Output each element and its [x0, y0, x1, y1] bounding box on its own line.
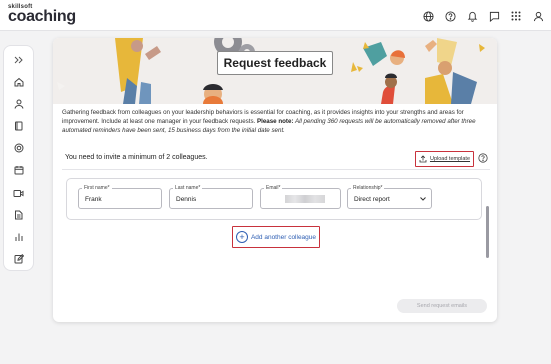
last-name-value: Dennis: [176, 196, 197, 203]
help-circle-icon[interactable]: [478, 153, 488, 163]
relationship-select[interactable]: Relationship* Direct report: [347, 185, 432, 209]
brand-logo[interactable]: skillsoft coaching: [8, 4, 76, 25]
sidebar: [3, 45, 34, 271]
last-name-field[interactable]: Last name* Dennis: [169, 185, 253, 209]
top-icons: [417, 7, 549, 25]
brand-line-2: coaching: [8, 8, 76, 25]
help-circle-icon[interactable]: [439, 7, 461, 25]
bell-icon[interactable]: [461, 7, 483, 25]
add-colleague-button[interactable]: + Add another colleague: [232, 226, 320, 248]
upload-template-button[interactable]: Upload template: [415, 151, 474, 167]
person-icon[interactable]: [4, 95, 33, 113]
first-name-label: First name*: [82, 185, 112, 191]
document-icon[interactable]: [4, 206, 33, 224]
page-title: Request feedback: [217, 51, 333, 75]
email-field[interactable]: Email*: [260, 185, 341, 209]
collapse-icon[interactable]: [4, 51, 33, 69]
request-feedback-card: Request feedback Gathering feedback from…: [53, 38, 497, 322]
last-name-label: Last name*: [173, 185, 203, 191]
email-value-redacted: [285, 195, 325, 203]
apps-grid-icon[interactable]: [505, 7, 527, 25]
chevron-down-icon: [420, 197, 426, 201]
intro-text: Gathering feedback from colleagues on yo…: [62, 108, 490, 135]
bar-chart-icon[interactable]: [4, 228, 33, 246]
top-bar: skillsoft coaching: [0, 0, 551, 31]
book-icon[interactable]: [4, 117, 33, 135]
email-label: Email*: [264, 185, 283, 191]
calendar-icon[interactable]: [4, 161, 33, 179]
globe-icon[interactable]: [417, 7, 439, 25]
intro-note-label: Please note:: [257, 118, 294, 125]
user-icon[interactable]: [527, 7, 549, 25]
invite-requirement: You need to invite a minimum of 2 collea…: [65, 154, 208, 161]
upload-icon: [419, 155, 427, 163]
divider: [62, 169, 490, 170]
first-name-value: Frank: [85, 196, 102, 203]
edit-icon[interactable]: [4, 250, 33, 268]
plus-circle-icon: +: [235, 231, 248, 243]
add-colleague-label: Add another colleague: [250, 233, 317, 241]
target-icon[interactable]: [4, 139, 33, 157]
video-icon[interactable]: [4, 184, 33, 202]
upload-template-label: Upload template: [429, 156, 471, 162]
scrollbar[interactable]: [486, 206, 489, 258]
relationship-label: Relationship*: [351, 185, 385, 191]
hero-illustration: Request feedback: [53, 38, 497, 104]
first-name-field[interactable]: First name* Frank: [78, 185, 162, 209]
relationship-value: Direct report: [354, 196, 390, 203]
colleague-entry: First name* Frank Last name* Dennis Emai…: [66, 178, 482, 220]
home-icon[interactable]: [4, 73, 33, 91]
send-request-button[interactable]: Send request emails: [397, 299, 487, 313]
chat-icon[interactable]: [483, 7, 505, 25]
